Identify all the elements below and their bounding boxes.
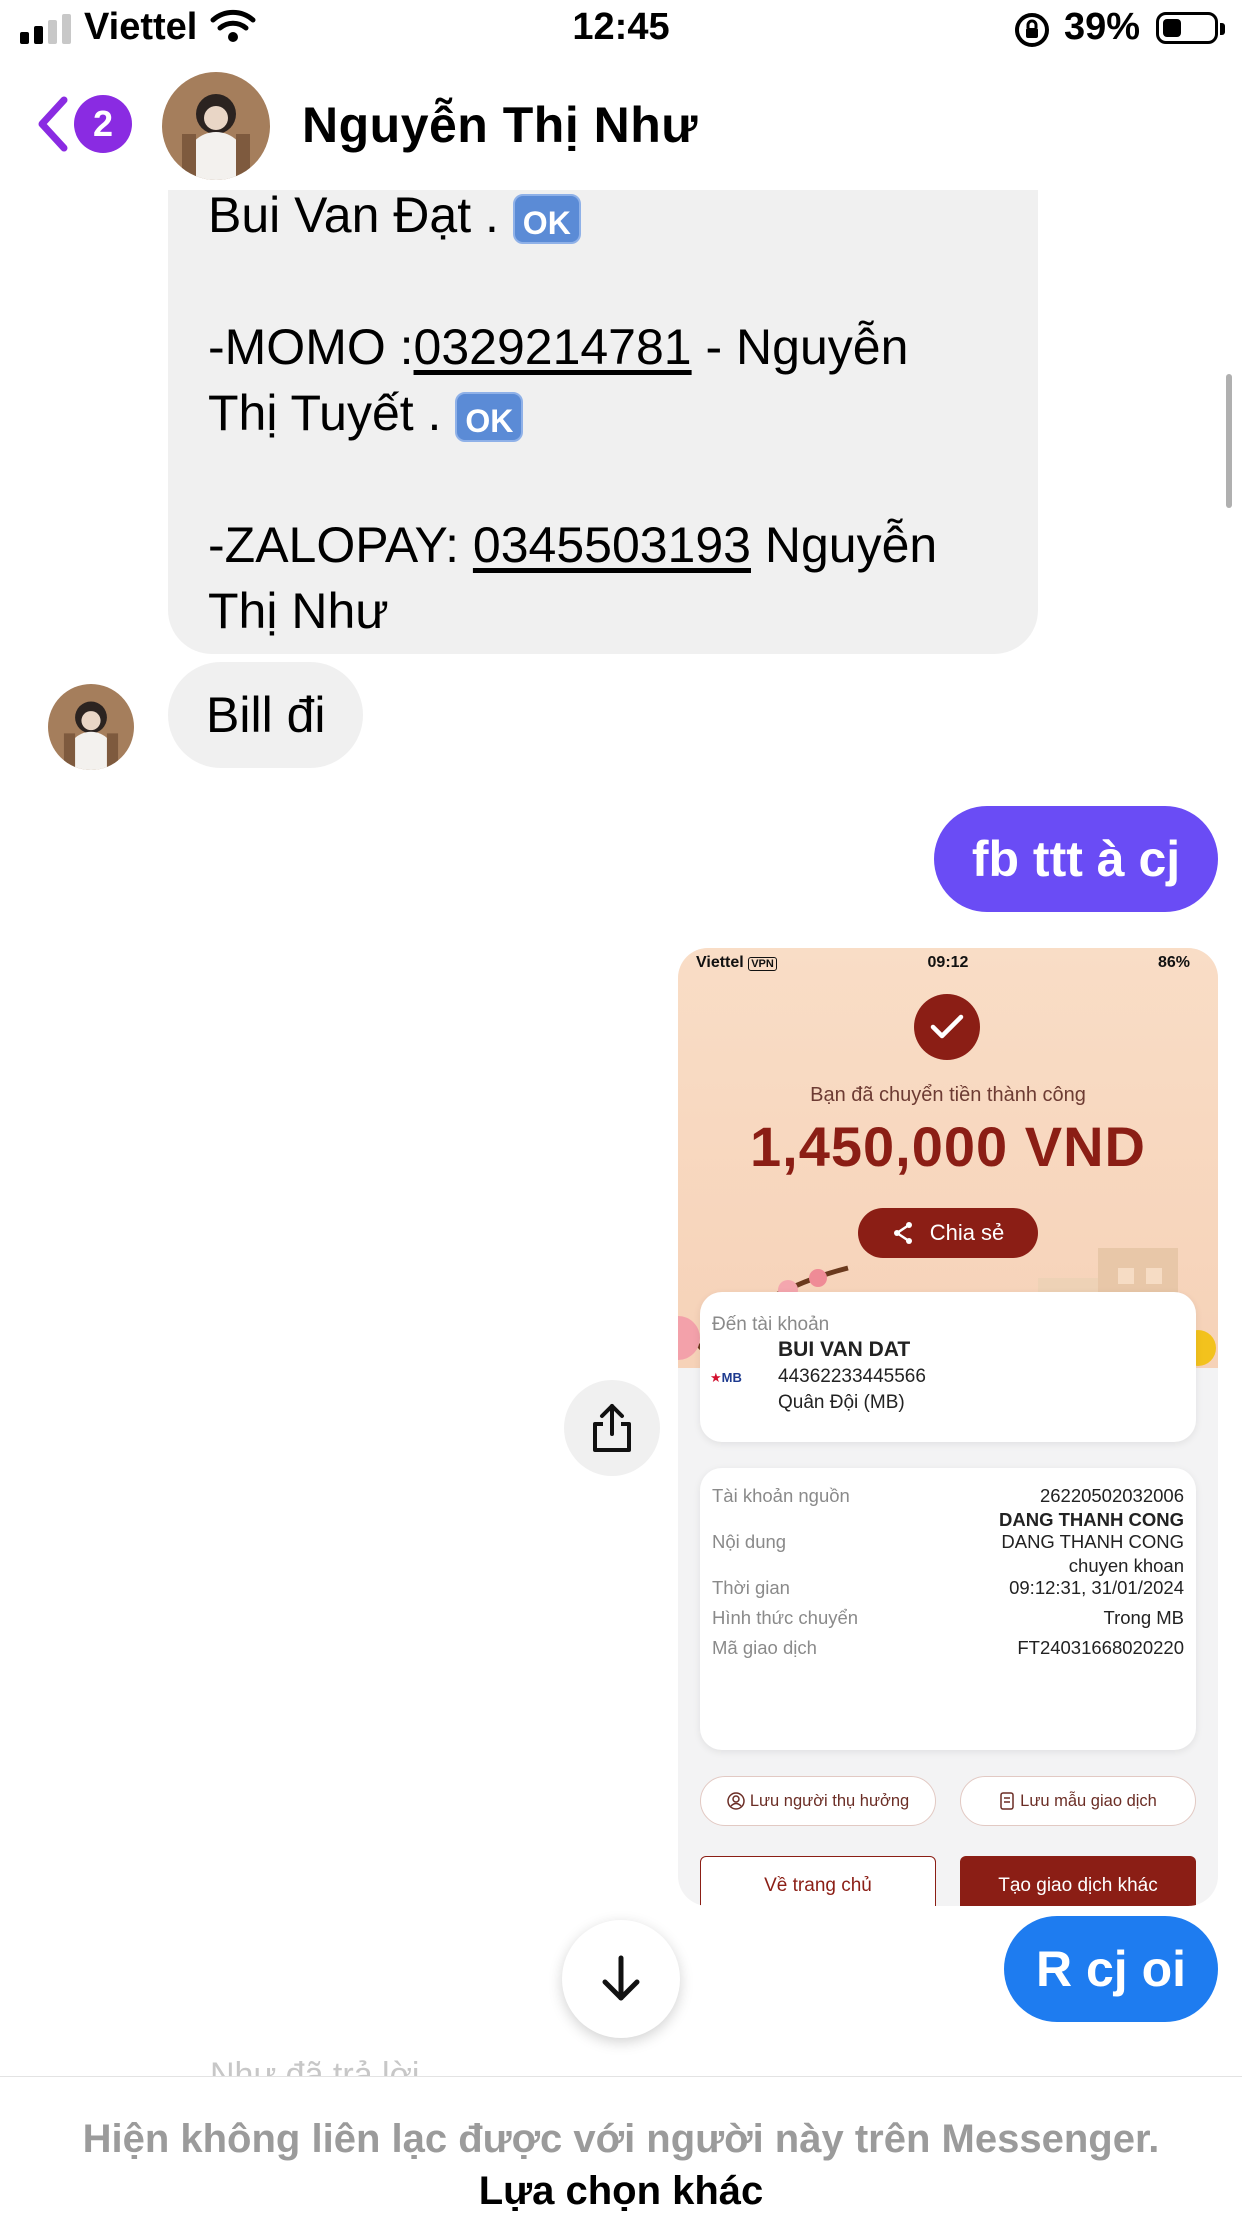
battery-icon	[1156, 12, 1225, 44]
detail-label: Tài khoản nguồn	[712, 1485, 850, 1506]
receipt-battery: 86%	[1157, 954, 1190, 971]
scrollbar[interactable]	[1226, 374, 1232, 508]
message-text: - Nguyễn	[691, 319, 909, 375]
receipt-share-label: Chia sẻ	[929, 1220, 1005, 1245]
document-icon	[1000, 1792, 1014, 1810]
incoming-message-bubble[interactable]: Bill đi	[168, 662, 364, 768]
recipient-card: Đến tài khoản ★MB BUI VAN DAT 4436223344…	[700, 1292, 1196, 1442]
receipt-new-transaction-button: Tạo giao dịch khác	[960, 1856, 1196, 1906]
phone-number-link[interactable]: 0345503193	[473, 517, 751, 573]
contact-avatar[interactable]	[162, 72, 270, 180]
recipient-account: 44362233445566	[778, 1366, 926, 1387]
mb-bank-logo: ★MB	[710, 1370, 742, 1385]
message-text: Thị Tuyết .	[208, 385, 456, 441]
receipt-share-button: Chia sẻ	[858, 1208, 1038, 1258]
save-recipient-label: Lưu người thụ hưởng	[749, 1791, 910, 1810]
outgoing-message-bubble[interactable]: fb ttt à cj	[934, 806, 1218, 912]
contact-name[interactable]: Nguyễn Thị Như	[302, 96, 698, 154]
detail-label: Mã giao dịch	[712, 1637, 817, 1658]
save-template-label: Lưu mẫu giao dịch	[1020, 1791, 1157, 1810]
detail-value: 09:12:31, 31/01/2024	[1009, 1577, 1184, 1598]
status-bar: Viettel 12:45 39%	[0, 0, 1242, 62]
ok-emoji-icon: OK	[512, 193, 581, 244]
back-button[interactable]: 2	[36, 94, 132, 154]
save-template-pill: Lưu mẫu giao dịch	[960, 1776, 1196, 1826]
rotation-lock-icon	[1012, 10, 1052, 55]
composer-unavailable-bar: Hiện không liên lạc được với người này t…	[0, 2076, 1242, 2213]
detail-value-secondary: DANG THANH CONG	[999, 1509, 1184, 1530]
bank-receipt-image[interactable]: Viettel VPN 09:12 86% Bạn đã chuyển tiền…	[678, 948, 1218, 1906]
share-nodes-icon	[893, 1222, 912, 1244]
message-text: -ZALOPAY:	[208, 517, 473, 573]
detail-value-secondary: chuyen khoan	[1068, 1555, 1184, 1576]
phone-number-link[interactable]: 0329214781	[414, 319, 692, 375]
detail-label: Thời gian	[712, 1577, 790, 1598]
incoming-message-bubble[interactable]: Bui Van Đạt . OK -MOMO :0329214781 - Ngu…	[168, 140, 1038, 654]
sender-avatar[interactable]	[48, 684, 134, 770]
user-icon	[727, 1792, 745, 1810]
message-text: Bui Van Đạt .	[208, 187, 513, 243]
share-button[interactable]	[564, 1380, 660, 1476]
receipt-status-bar: Viettel VPN 09:12 86%	[678, 948, 1218, 978]
other-options-link[interactable]: Lựa chọn khác	[0, 2169, 1242, 2214]
outgoing-message-bubble[interactable]: R cj oi	[1004, 1916, 1218, 2022]
receipt-success-text: Bạn đã chuyển tiền thành công	[810, 1084, 1086, 1106]
detail-label: Nội dung	[712, 1531, 787, 1552]
share-icon	[593, 1404, 631, 1452]
receipt-home-button: Về trang chủ	[700, 1856, 936, 1906]
detail-value: Trong MB	[1103, 1607, 1184, 1628]
save-recipient-pill: Lưu người thụ hưởng	[700, 1776, 936, 1826]
detail-value: FT24031668020220	[1017, 1637, 1184, 1658]
message-text: Nguyễn	[750, 517, 938, 573]
bank-logo-text: MB	[721, 1370, 742, 1385]
clock: 12:45	[572, 6, 670, 48]
unavailable-notice: Hiện không liên lạc được với người này t…	[82, 2117, 1160, 2161]
message-text: -MOMO :	[208, 319, 414, 375]
ok-emoji-icon: OK	[455, 391, 524, 442]
transaction-details-card: Tài khoản nguồn 26220502032006 DANG THANH…	[700, 1468, 1196, 1750]
conversation-header: 2 Nguyễn Thị Như	[0, 62, 1242, 190]
detail-value: 26220502032006	[1039, 1485, 1184, 1506]
detail-label: Hình thức chuyển	[712, 1607, 859, 1628]
detail-value: DANG THANH CONG	[1001, 1531, 1184, 1552]
recipient-label: Đến tài khoản	[712, 1314, 830, 1335]
arrow-down-icon	[602, 1955, 640, 2001]
receipt-amount: 1,450,000 VND	[750, 1115, 1146, 1178]
recipient-bank: Quân Đội (MB)	[778, 1392, 905, 1413]
scroll-to-bottom-button[interactable]	[562, 1920, 680, 2038]
message-text: Thị Như	[208, 583, 389, 639]
recipient-name: BUI VAN DAT	[778, 1338, 911, 1361]
chevron-left-icon	[38, 96, 68, 152]
checkmark-icon	[914, 994, 980, 1060]
battery-percent: 39%	[1064, 6, 1141, 48]
unread-badge: 2	[74, 95, 132, 153]
receipt-time: 09:12	[927, 954, 969, 971]
